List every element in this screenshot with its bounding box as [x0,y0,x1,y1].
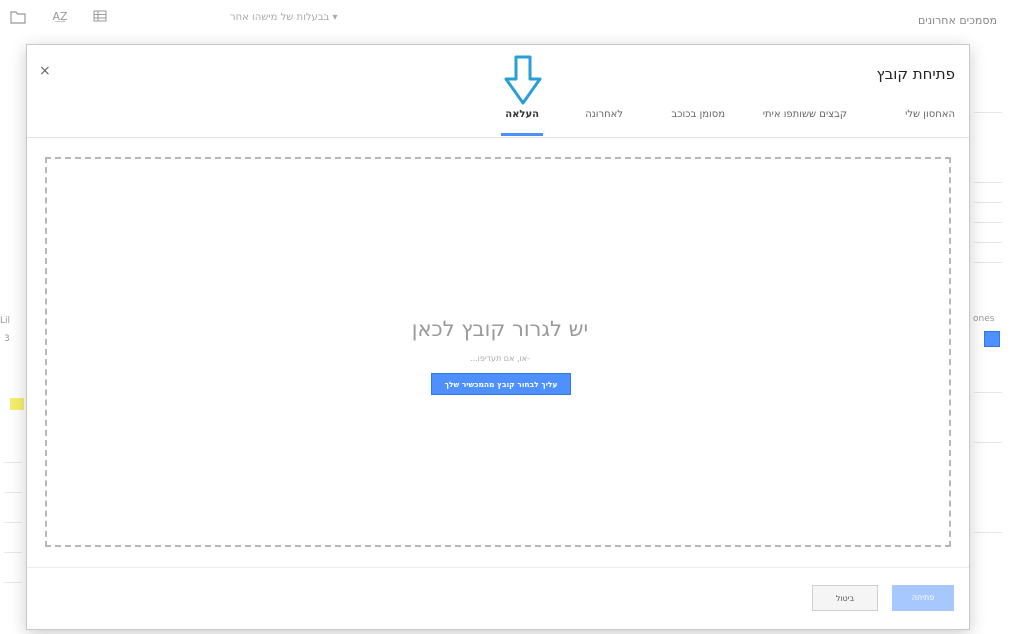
dialog-footer: ביטול פתיחה [27,567,969,630]
tab-upload[interactable]: העלאה [505,109,539,120]
active-tab-indicator [501,133,543,136]
drop-zone[interactable]: יש לגרור קובץ לכאן -או, אם תעדיפו... עלי… [45,157,951,547]
drop-zone-or-text: -או, אם תעדיפו... [470,354,530,363]
recent-documents-title: מסמכים אחרונים [917,14,997,27]
tab-my-drive[interactable]: האחסון שלי [905,109,955,120]
background-toolbar: A͢Z ▾ בבעלות של מישהו אחר מסמכים אחרונים [0,0,1019,42]
cancel-button[interactable]: ביטול [812,585,878,611]
background-right-label: ones [973,314,995,324]
tab-bar: האחסון שלי קבצים ששותפו איתי מסומן בכוכב… [27,93,969,138]
sort-az-icon[interactable]: A͢Z [50,10,70,28]
drop-zone-title: יש לגרור קובץ לכאן [411,317,589,341]
background-doc-button[interactable] [984,331,1000,347]
folder-icon[interactable] [8,10,28,28]
open-file-dialog: × פתיחת קובץ האחסון שלי קבצים ששותפו אית… [26,44,970,630]
close-icon[interactable]: × [39,63,51,79]
grid-view-icon[interactable] [90,10,110,28]
dialog-title: פתיחת קובץ [876,65,955,83]
tab-shared-with-me[interactable]: קבצים ששותפו איתי [763,109,847,120]
background-left-label-2: 3 [4,334,10,344]
ownership-filter[interactable]: ▾ בבעלות של מישהו אחר [230,12,338,23]
background-left-label: Lil [0,316,11,326]
tab-recent[interactable]: לאחרונה [585,109,623,120]
open-button[interactable]: פתיחה [892,585,954,611]
background-highlight [10,398,24,410]
select-file-button[interactable]: עליך לבחור קובץ מהמכשיר שלך [431,373,571,395]
tab-starred[interactable]: מסומן בכוכב [671,109,725,120]
